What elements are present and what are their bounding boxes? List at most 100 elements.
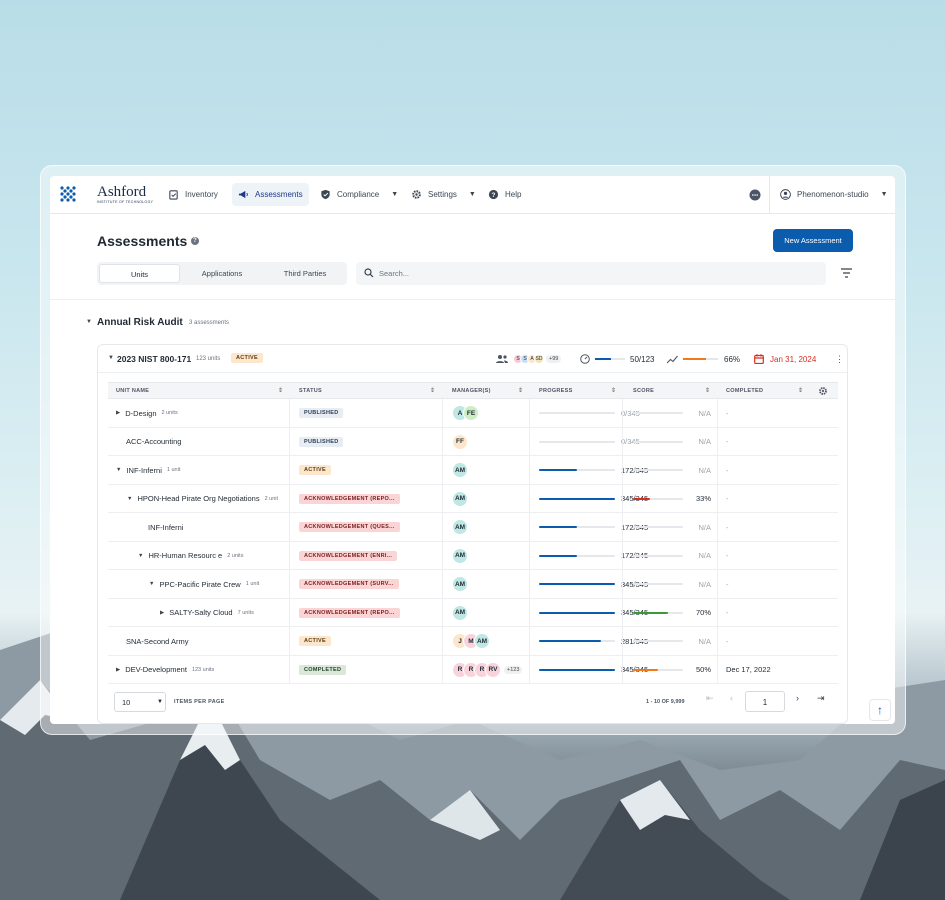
column-managers[interactable]: MANAGER(S) (452, 388, 491, 394)
chevron-down-icon[interactable]: ▼ (127, 496, 132, 502)
status-badge: PUBLISHED (299, 436, 344, 447)
status-badge: COMPLETED (299, 664, 347, 675)
managers-more-count: +99 (546, 355, 562, 363)
table-row[interactable]: ▼ PPC-Pacific Pirate Crew 1 unit ACKNOWLEDG… (108, 570, 838, 599)
sort-icon[interactable]: ⇕ (430, 387, 435, 394)
scroll-to-top-button[interactable]: ↑ (869, 699, 891, 721)
unit-name-cell[interactable]: ▶ SALTY-Salty Cloud 7 units (160, 599, 254, 628)
chevron-right-icon[interactable]: ▶ (116, 410, 120, 416)
progress-cell: 345/345 (539, 599, 648, 628)
new-assessment-button[interactable]: New Assessment (773, 229, 853, 252)
filter-icon[interactable] (841, 268, 852, 278)
avatar[interactable]: FE (463, 405, 479, 422)
app-window: Ashford INSTITUTE OF TECHNOLOGY Inventor… (50, 176, 895, 724)
calendar-icon (754, 354, 764, 364)
column-score[interactable]: SCORE (633, 388, 654, 394)
unit-name-cell[interactable]: ▶ DEV-Development 123 units (116, 656, 214, 685)
unit-name-cell[interactable]: ▼ PPC-Pacific Pirate Crew 1 unit (149, 570, 259, 599)
clipboard-icon (169, 190, 178, 200)
unit-name-cell[interactable]: ▼ HR-Human Resourc e 2 units (138, 542, 243, 571)
group-collapse-icon[interactable]: ▼ (86, 319, 92, 325)
last-page-icon[interactable]: ⇥ (817, 693, 825, 704)
table-row[interactable]: ▼ HR-Human Resourc e 2 units ACKNOWLEDGEMEN… (108, 542, 838, 571)
table-row[interactable]: ACC-Accounting PUBLISHED FF 0/345 N/A - (108, 428, 838, 457)
chevron-right-icon[interactable]: ▶ (160, 610, 164, 616)
avatar[interactable]: AM (452, 576, 468, 593)
gauge-icon (580, 354, 590, 364)
nav-settings[interactable]: Settings ▼ (405, 183, 482, 206)
table-row[interactable]: ▶ SALTY-Salty Cloud 7 units ACKNOWLEDGEMENT… (108, 599, 838, 628)
logo-subtitle: INSTITUTE OF TECHNOLOGY (97, 200, 154, 204)
tab-applications[interactable]: Applications (183, 264, 261, 283)
prev-page-icon[interactable]: ‹ (730, 693, 733, 703)
progress-fill (539, 469, 577, 472)
nav-assessments-label: Assessments (255, 190, 303, 199)
nav-help[interactable]: ? Help (482, 183, 527, 206)
avatar[interactable]: RV (485, 661, 501, 678)
table-row[interactable]: ▼ INF-Inferni 1 unit ACTIVE AM 172/345 N/A - (108, 456, 838, 485)
column-settings-gear-icon[interactable] (818, 386, 828, 396)
chevron-down-icon[interactable]: ▼ (116, 467, 121, 473)
page-number-input[interactable]: 1 (745, 691, 785, 712)
assessment-score-value: 66% (724, 354, 741, 364)
table-row[interactable]: ▶ D-Design 2 units PUBLISHED A FE 0/345 N/A - (108, 399, 838, 428)
avatar[interactable]: AM (452, 547, 468, 564)
score-bar (633, 526, 683, 529)
chat-icon[interactable] (749, 189, 761, 201)
unit-name-cell[interactable]: INF-Inferni (148, 513, 188, 542)
search-placeholder: Search... (379, 269, 410, 278)
score-value: N/A (698, 408, 711, 418)
nav-compliance[interactable]: Compliance ▼ (314, 183, 404, 206)
avatar[interactable]: AM (452, 490, 468, 507)
nav-inventory[interactable]: Inventory (162, 183, 224, 206)
score-cell: N/A (633, 428, 711, 457)
unit-name-cell[interactable]: ▼ INF-Inferni 1 unit (116, 456, 180, 485)
tab-third-parties[interactable]: Third Parties (265, 264, 345, 283)
table-row[interactable]: SNA-Second Army ACTIVE JMAM 281/345 N/A - (108, 627, 838, 656)
column-completed[interactable]: COMPLETED (726, 388, 763, 394)
table-row[interactable]: INF-Inferni ACKNOWLEDGEMENT (QUES... AM 172… (108, 513, 838, 542)
sort-icon[interactable]: ⇕ (611, 387, 616, 394)
avatar[interactable]: AM (452, 519, 468, 536)
unit-name-cell[interactable]: ACC-Accounting (126, 428, 186, 457)
sort-icon[interactable]: ⇕ (798, 387, 803, 394)
sort-icon[interactable]: ⇕ (518, 387, 523, 394)
column-progress[interactable]: PROGRESS (539, 388, 573, 394)
nav-assessments[interactable]: Assessments (232, 183, 309, 206)
logo-name[interactable]: Ashford (97, 184, 146, 201)
assessment-title[interactable]: 2023 NIST 800-171 (117, 354, 191, 364)
progress-fill (539, 497, 615, 500)
assessment-collapse-icon[interactable]: ▼ (108, 355, 114, 361)
avatar[interactable]: AM (452, 462, 468, 479)
more-icon[interactable]: ⋮ (835, 345, 844, 373)
sort-icon[interactable]: ⇕ (705, 387, 710, 394)
avatar[interactable]: FF (452, 433, 468, 450)
unit-name-cell[interactable]: ▶ D-Design 2 units (116, 399, 178, 428)
assessment-managers[interactable]: S S A SD +99 (496, 345, 562, 373)
search-input[interactable]: Search... (356, 262, 826, 285)
next-page-icon[interactable]: › (796, 693, 799, 703)
avatar[interactable]: AM (474, 633, 490, 650)
info-icon[interactable]: ? (191, 237, 199, 245)
table-row[interactable]: ▼ HPON-Head Pirate Org Negotiations 2 unit… (108, 485, 838, 514)
column-status[interactable]: STATUS (299, 388, 322, 394)
avatar[interactable]: AM (452, 604, 468, 621)
per-page-select[interactable]: 10 ▼ (114, 692, 166, 712)
first-page-icon[interactable]: ⇤ (706, 693, 714, 704)
unit-name-cell[interactable]: SNA-Second Army (126, 627, 194, 656)
tab-units[interactable]: Units (99, 264, 180, 283)
svg-text:?: ? (492, 192, 496, 199)
assessment-progress: 50/123 (580, 345, 654, 373)
unit-name-cell[interactable]: ▼ HPON-Head Pirate Org Negotiations 2 unit (127, 485, 278, 514)
sort-icon[interactable]: ⇕ (278, 387, 283, 394)
column-unit-name[interactable]: UNIT NAME (116, 388, 149, 394)
user-menu[interactable]: Phenomenon-studio ▼ (774, 183, 894, 206)
group-count: 3 assessments (189, 320, 230, 326)
chevron-down-icon[interactable]: ▼ (149, 581, 154, 587)
column-divider (529, 399, 530, 684)
chevron-down-icon[interactable]: ▼ (138, 553, 143, 559)
progress-fill (539, 640, 601, 643)
chevron-right-icon[interactable]: ▶ (116, 667, 120, 673)
megaphone-icon (238, 190, 248, 199)
table-row[interactable]: ▶ DEV-Development 123 units COMPLETED R R R RV +… (108, 656, 838, 685)
